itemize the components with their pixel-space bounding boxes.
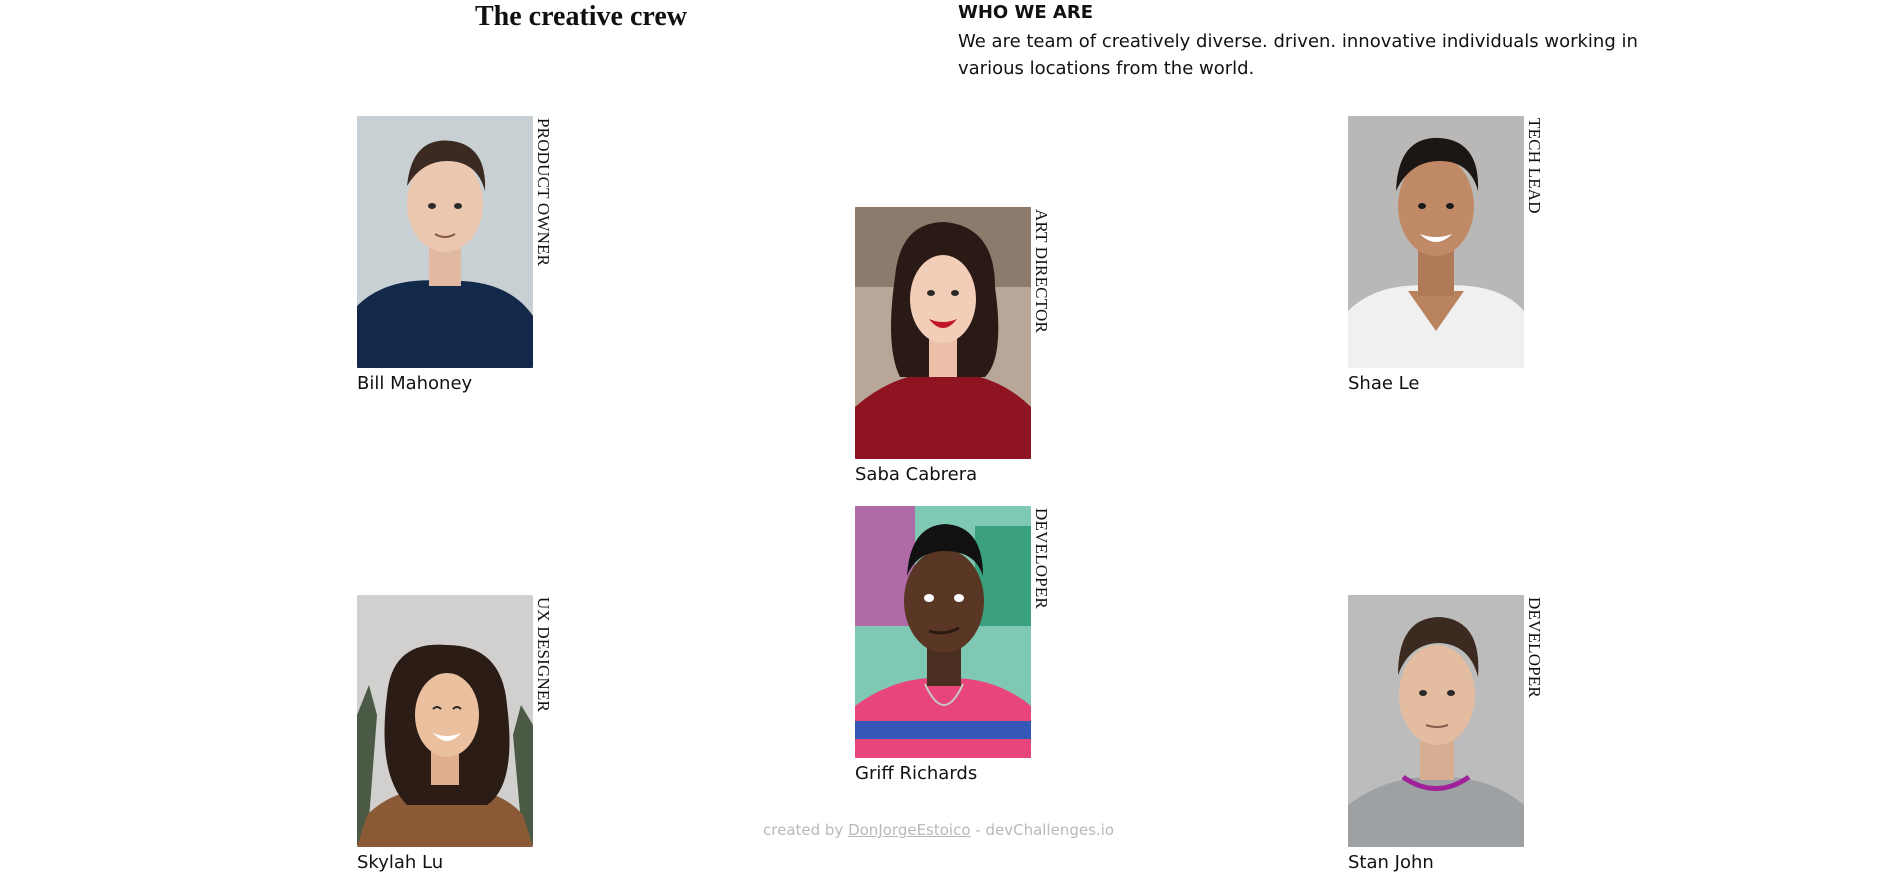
- member-name: Bill Mahoney: [357, 373, 473, 394]
- portrait-image: [855, 506, 1031, 758]
- who-we-are-description: We are team of creatively diverse. drive…: [958, 31, 1638, 79]
- portrait-image: [855, 207, 1031, 459]
- member-name: Shae Le: [1348, 373, 1420, 394]
- member-name: Saba Cabrera: [855, 464, 978, 485]
- member-name: Griff Richards: [855, 763, 978, 784]
- member-photo: [357, 595, 533, 847]
- member-photo: [1348, 595, 1524, 847]
- member-role: DEVELOPER: [1525, 597, 1544, 698]
- portrait-image: [357, 595, 533, 847]
- member-photo: [855, 506, 1031, 758]
- footer-credit: created by DonJorgeEstoico - devChalleng…: [763, 820, 1114, 840]
- author-link[interactable]: DonJorgeEstoico: [848, 821, 970, 839]
- portrait-image: [1348, 116, 1524, 368]
- who-we-are-heading: WHO WE ARE: [958, 2, 1093, 23]
- member-photo: [1348, 116, 1524, 368]
- page-title: The creative crew: [475, 1, 687, 32]
- member-name: Stan John: [1348, 852, 1434, 873]
- member-role: TECH LEAD: [1525, 118, 1544, 214]
- member-photo: [357, 116, 533, 368]
- member-role: DEVELOPER: [1032, 508, 1051, 609]
- portrait-image: [1348, 595, 1524, 847]
- footer-suffix: - devChallenges.io: [970, 821, 1115, 839]
- member-role: ART DIRECTOR: [1032, 209, 1051, 334]
- portrait-image: [357, 116, 533, 368]
- member-role: PRODUCT OWNER: [534, 118, 553, 267]
- member-name: Skylah Lu: [357, 852, 444, 873]
- member-role: UX DESIGNER: [534, 597, 553, 713]
- member-photo: [855, 207, 1031, 459]
- footer-prefix: created by: [763, 821, 849, 839]
